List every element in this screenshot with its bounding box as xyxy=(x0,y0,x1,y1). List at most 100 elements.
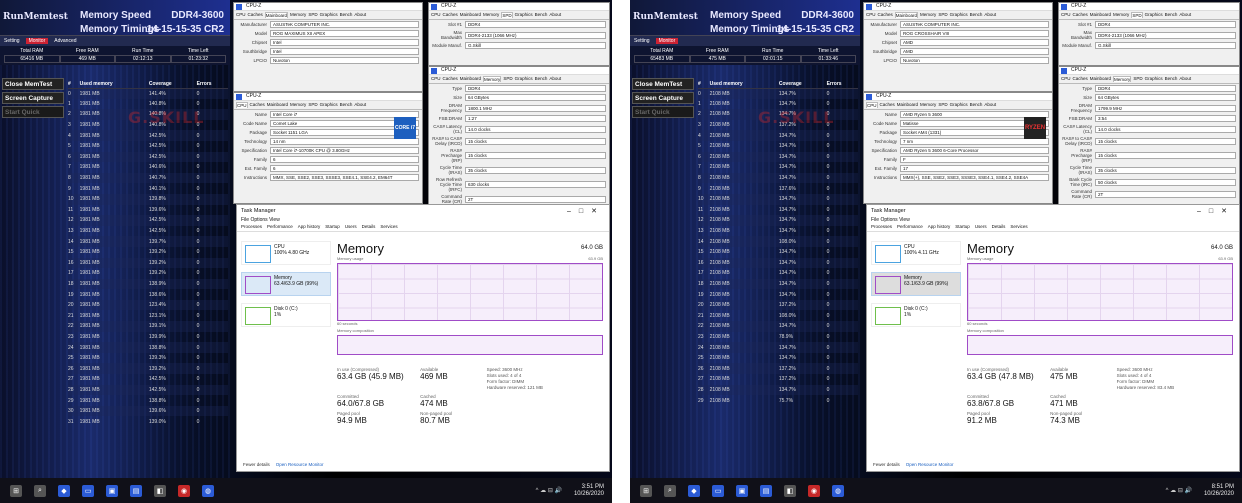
cpuz-tab-cpu[interactable]: CPU xyxy=(866,102,878,108)
app-icon[interactable]: ◆ xyxy=(688,484,700,497)
tm-tab-startup[interactable]: Startup xyxy=(325,224,340,231)
tm-tab-processes[interactable]: Processes xyxy=(241,224,262,231)
cpuz-tab-cpu[interactable]: CPU xyxy=(1061,76,1071,82)
memtest-menu-setting[interactable]: Setting xyxy=(634,38,650,44)
cpuz-tab-graphics[interactable]: Graphics xyxy=(515,76,533,82)
open-resource-monitor-link[interactable]: Open Resource Monitor xyxy=(906,462,954,467)
memtest-menu-setting[interactable]: Setting xyxy=(4,38,20,44)
app-icon[interactable]: ◉ xyxy=(808,484,820,497)
system-tray-icons[interactable]: ^ ☁ ⊟ 🔊 xyxy=(536,487,562,494)
perf-card-cpu[interactable]: CPU 100% 4.80 GHz xyxy=(241,241,331,265)
cpuz-tab-memory[interactable]: Memory xyxy=(483,12,499,18)
cpuz-tab-about[interactable]: About xyxy=(984,12,996,18)
cpuz-tab-bench[interactable]: Bench xyxy=(1165,76,1178,82)
cpuz-tab-spd[interactable]: SPD xyxy=(1133,76,1142,82)
memtest-menu-monitor[interactable]: Monitor xyxy=(655,38,679,44)
start-quick-button[interactable]: Start Quick xyxy=(632,106,694,118)
tm-tab-services[interactable]: Services xyxy=(380,224,397,231)
cpuz-tab-about[interactable]: About xyxy=(549,76,561,82)
app-icon[interactable]: ▤ xyxy=(760,484,772,497)
cpuz-tab-mainboard[interactable]: Mainboard xyxy=(1090,76,1111,82)
tm-tab-details[interactable]: Details xyxy=(992,224,1006,231)
open-resource-monitor-link[interactable]: Open Resource Monitor xyxy=(276,462,324,467)
app-icon[interactable]: ▤ xyxy=(130,484,142,497)
window-controls-icon[interactable]: –□✕ xyxy=(1197,207,1235,215)
cpuz-tab-spd[interactable]: SPD xyxy=(1131,12,1143,18)
cpuz-tab-mainboard[interactable]: Mainboard xyxy=(897,102,918,108)
app-icon[interactable]: ◍ xyxy=(832,484,844,497)
cpuz-tab-memory[interactable]: Memory xyxy=(290,12,306,18)
start-quick-button[interactable]: Start Quick xyxy=(2,106,64,118)
cpuz-tab-memory[interactable]: Memory xyxy=(1113,76,1132,82)
cpuz-tab-cpu[interactable]: CPU xyxy=(866,12,876,18)
cpuz-tab-mainboard[interactable]: Mainboard xyxy=(267,102,288,108)
close-memtest-button[interactable]: Close MemTest xyxy=(2,78,64,90)
cpuz-tab-about[interactable]: About xyxy=(549,12,561,18)
cpuz-tab-mainboard[interactable]: Mainboard xyxy=(460,12,481,18)
cpuz-tab-bench[interactable]: Bench xyxy=(535,12,548,18)
cpuz-tab-spd[interactable]: SPD xyxy=(938,12,947,18)
perf-card-disk[interactable]: Disk 0 (C:) 1% xyxy=(871,303,961,327)
cpuz-tab-caches[interactable]: Caches xyxy=(1073,12,1088,18)
cpuz-tab-caches[interactable]: Caches xyxy=(248,12,263,18)
cpuz-tab-bench[interactable]: Bench xyxy=(1165,12,1178,18)
app-icon[interactable]: ◧ xyxy=(154,484,166,497)
tm-tab-app-history[interactable]: App history xyxy=(298,224,321,231)
cpuz-tab-spd[interactable]: SPD xyxy=(501,12,513,18)
app-icon[interactable]: ◆ xyxy=(58,484,70,497)
cpuz-tab-cpu[interactable]: CPU xyxy=(1061,12,1071,18)
perf-card-cpu[interactable]: CPU 100% 4.11 GHz xyxy=(871,241,961,265)
cpuz-tab-caches[interactable]: Caches xyxy=(250,102,265,108)
window-controls-icon[interactable]: –□✕ xyxy=(567,207,605,215)
tm-tab-startup[interactable]: Startup xyxy=(955,224,970,231)
perf-card-memory[interactable]: Memory 63.1/63.9 GB (99%) xyxy=(871,272,961,296)
tm-tab-performance[interactable]: Performance xyxy=(897,224,923,231)
cpuz-tab-graphics[interactable]: Graphics xyxy=(950,102,968,108)
cpuz-tab-graphics[interactable]: Graphics xyxy=(320,102,338,108)
taskbar-clock[interactable]: 8:51 PM 10/26/2020 xyxy=(1204,484,1234,498)
app-icon[interactable]: ◧ xyxy=(784,484,796,497)
tm-tab-users[interactable]: Users xyxy=(345,224,357,231)
cpuz-tab-caches[interactable]: Caches xyxy=(878,12,893,18)
tm-menubar[interactable]: File Options View xyxy=(237,217,609,224)
cpuz-tab-about[interactable]: About xyxy=(1179,12,1191,18)
tm-tab-details[interactable]: Details xyxy=(362,224,376,231)
start-icon[interactable]: ⊞ xyxy=(10,484,22,497)
tm-tab-processes[interactable]: Processes xyxy=(871,224,892,231)
cpuz-tab-caches[interactable]: Caches xyxy=(1073,76,1088,82)
screen-capture-button[interactable]: Screen Capture xyxy=(632,92,694,104)
cpuz-tab-graphics[interactable]: Graphics xyxy=(320,12,338,18)
tm-menubar[interactable]: File Options View xyxy=(867,217,1239,224)
fewer-details-link[interactable]: Fewer details xyxy=(873,462,900,467)
cpuz-tab-memory[interactable]: Memory xyxy=(920,12,936,18)
tm-tab-services[interactable]: Services xyxy=(1010,224,1027,231)
cpuz-tab-memory[interactable]: Memory xyxy=(483,76,502,82)
cpuz-tab-graphics[interactable]: Graphics xyxy=(515,12,533,18)
cpuz-tab-bench[interactable]: Bench xyxy=(970,102,983,108)
cpuz-tab-mainboard[interactable]: Mainboard xyxy=(894,12,919,18)
cpuz-tab-bench[interactable]: Bench xyxy=(340,12,353,18)
cpuz-tab-graphics[interactable]: Graphics xyxy=(950,12,968,18)
cpuz-tab-spd[interactable]: SPD xyxy=(308,102,317,108)
cpuz-tab-cpu[interactable]: CPU xyxy=(431,12,441,18)
cpuz-tab-caches[interactable]: Caches xyxy=(443,76,458,82)
cpuz-tab-about[interactable]: About xyxy=(354,102,366,108)
app-icon[interactable]: ◉ xyxy=(178,484,190,497)
cpuz-tab-mainboard[interactable]: Mainboard xyxy=(460,76,481,82)
cpuz-tab-bench[interactable]: Bench xyxy=(970,12,983,18)
screen-capture-button[interactable]: Screen Capture xyxy=(2,92,64,104)
cpuz-tab-mainboard[interactable]: Mainboard xyxy=(264,12,289,18)
cpuz-tab-graphics[interactable]: Graphics xyxy=(1145,76,1163,82)
close-memtest-button[interactable]: Close MemTest xyxy=(632,78,694,90)
perf-card-disk[interactable]: Disk 0 (C:) 1% xyxy=(241,303,331,327)
memtest-menu-monitor[interactable]: Monitor xyxy=(25,38,49,44)
start-icon[interactable]: ⊞ xyxy=(640,484,652,497)
fewer-details-link[interactable]: Fewer details xyxy=(243,462,270,467)
cpuz-tab-about[interactable]: About xyxy=(354,12,366,18)
cpuz-tab-memory[interactable]: Memory xyxy=(1113,12,1129,18)
tm-tab-performance[interactable]: Performance xyxy=(267,224,293,231)
memtest-menu-advanced[interactable]: Advanced xyxy=(54,38,76,44)
cpuz-tab-mainboard[interactable]: Mainboard xyxy=(1090,12,1111,18)
explorer-icon[interactable]: ▭ xyxy=(712,484,724,497)
app-icon[interactable]: ▣ xyxy=(106,484,118,497)
